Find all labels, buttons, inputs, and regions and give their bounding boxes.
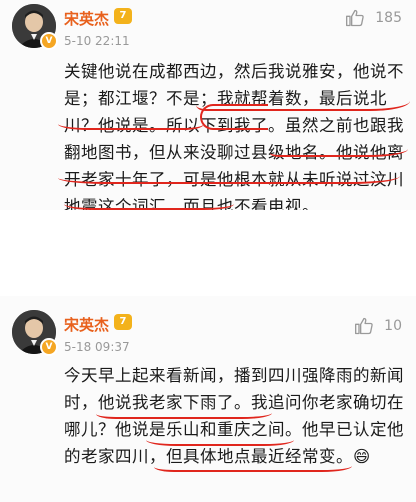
weibo-post-2: V 宋英杰 7 5-18 09:37 10 今天早上起来看新闻，播到四川强降雨的…	[0, 296, 416, 502]
post-time: 5-10 22:11	[64, 34, 130, 48]
body-line: 翻地图书，但从来没聊过县级地名。他说他离	[64, 143, 404, 162]
weibo-post-1: V 宋英杰 7 5-10 22:11 185 关键他说在成都西边，然后我说雅安，…	[0, 0, 416, 216]
post-time: 5-18 09:37	[64, 340, 130, 354]
grin-emoji-icon: 😄	[353, 447, 371, 466]
body-line: 开老家十年了，可是他根本就从未听说过汶川	[64, 170, 404, 189]
post-separator	[0, 210, 416, 296]
like-button[interactable]: 10	[354, 316, 402, 336]
body-line: 哪儿？他说是乐山和重庆之间。他早已认定他	[64, 420, 404, 439]
level-badge: 7	[114, 8, 132, 24]
body-line: 关键他说在成都西边，然后我说雅安，他说不	[64, 62, 404, 81]
body-line: 川？他说是。所以下到我了。虽然之前也跟我	[64, 116, 404, 135]
post-body: 关键他说在成都西边，然后我说雅安，他说不 是；都江堰？不是；我就帮着数，最后说北…	[64, 58, 404, 220]
body-line: 的老家四川，但具体地点最近经常变。😄	[64, 443, 404, 470]
like-button[interactable]: 185	[345, 8, 402, 28]
body-line: 是；都江堰？不是；我就帮着数，最后说北	[64, 89, 387, 108]
like-count: 185	[375, 10, 402, 26]
body-line-text: 的老家四川，但具体地点最近经常变。	[64, 447, 353, 466]
post-body: 今天早上起来看新闻，播到四川强降雨的新闻 时，他说我老家下雨了。我追问你老家确切…	[64, 362, 404, 470]
thumb-up-icon	[346, 9, 364, 27]
author-name[interactable]: 宋英杰	[64, 8, 109, 29]
level-badge: 7	[114, 314, 132, 330]
body-line: 今天早上起来看新闻，播到四川强降雨的新闻	[64, 366, 404, 385]
author-name[interactable]: 宋英杰	[64, 314, 109, 335]
verified-v-icon: V	[40, 32, 58, 50]
body-line: 时，他说我老家下雨了。我追问你老家确切在	[64, 393, 404, 412]
thumb-up-icon	[355, 317, 373, 335]
verified-v-icon: V	[40, 338, 58, 356]
like-count: 10	[384, 318, 402, 334]
